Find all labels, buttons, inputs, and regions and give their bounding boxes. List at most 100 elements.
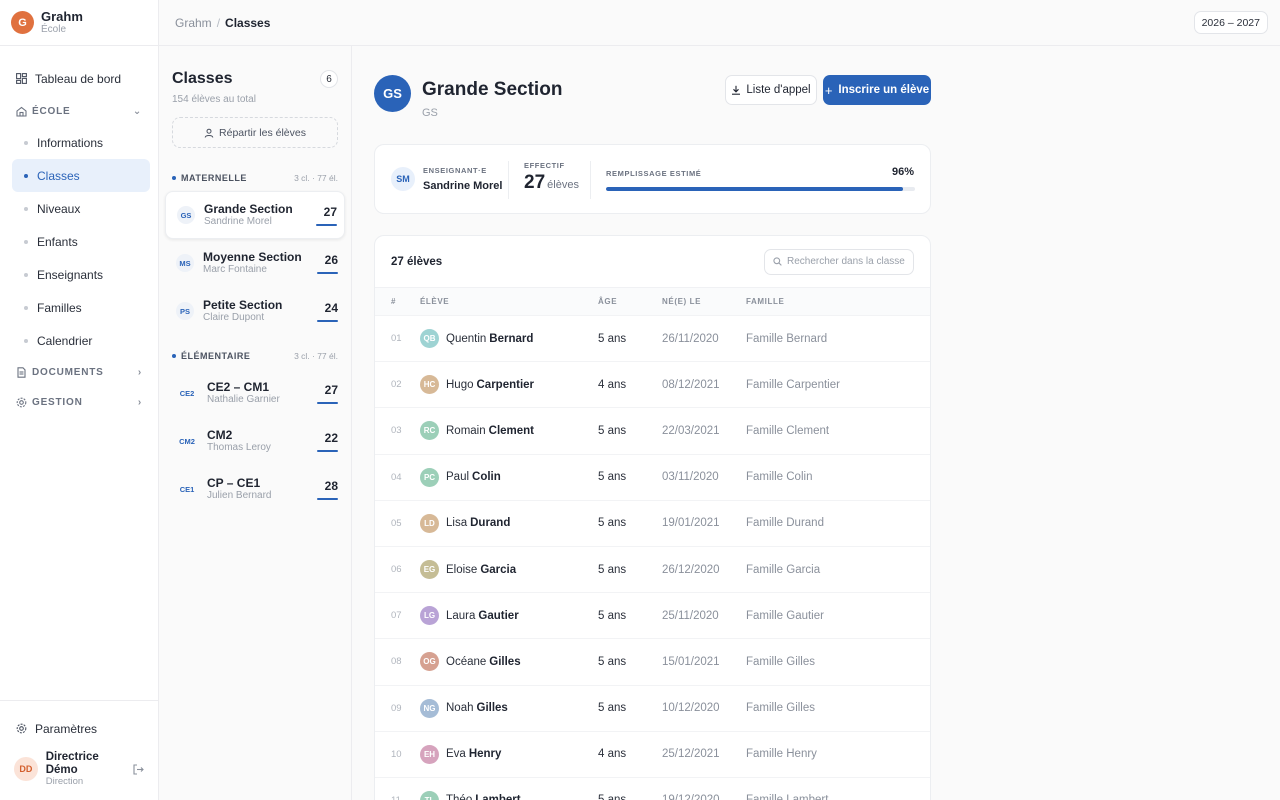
class-item-ms[interactable]: MS Moyenne Section Marc Fontaine 26: [165, 239, 345, 287]
student-cell: OG Océane Gilles: [420, 652, 598, 672]
class-item-cp-ce1[interactable]: CE1 CP – CE1 Julien Bernard 28: [165, 465, 345, 513]
table-row[interactable]: 02 HC Hugo Carpentier 4 ans 08/12/2021 Famille…: [375, 361, 930, 407]
col-born[interactable]: NÉ(E) LE: [662, 297, 746, 306]
student-family: Famille Gilles: [746, 702, 816, 715]
classes-count-badge: 6: [320, 70, 338, 88]
student-birthdate: 26/11/2020: [662, 332, 719, 345]
sidebar: G Grahm École Tableau de bord ÉCOLE ⌄ In…: [0, 0, 159, 800]
repartir-button[interactable]: Répartir les élèves: [172, 117, 338, 148]
brand-logo: G: [11, 11, 34, 34]
class-count-underline: [317, 401, 338, 404]
student-birthdate: 10/12/2020: [662, 702, 720, 715]
repartir-label: Répartir les élèves: [219, 126, 306, 139]
nav-dashboard[interactable]: Tableau de bord: [8, 66, 150, 91]
user-profile[interactable]: DD Directrice Démo Direction: [8, 743, 150, 792]
breadcrumb-root[interactable]: Grahm: [175, 16, 212, 30]
student-birthdate: 22/03/2021: [662, 424, 720, 437]
table-row[interactable]: 05 LD Lisa Durand 5 ans 19/01/2021 Famille Dur…: [375, 499, 930, 546]
students-table: 27 élèves # ÉLÈVE ÂGE NÉ(E) LE FAMILLE 0…: [374, 235, 931, 800]
enroll-student-button[interactable]: + Inscrire un élève: [823, 75, 931, 105]
attendance-list-button[interactable]: Liste d'appel: [725, 75, 817, 105]
nav-item-calendrier[interactable]: Calendrier: [12, 324, 150, 357]
student-birthdate: 25/12/2021: [662, 748, 720, 761]
col-family[interactable]: FAMILLE: [746, 297, 784, 306]
table-body: 01 QB Quentin Bernard 5 ans 26/11/2020 Famille…: [375, 315, 930, 800]
class-name: CP – CE1: [207, 475, 261, 490]
search-input[interactable]: [787, 256, 905, 267]
table-row[interactable]: 08 OG Océane Gilles 5 ans 15/01/2021 Famille G…: [375, 638, 930, 684]
classes-subtitle: 154 élèves au total: [172, 94, 256, 105]
table-row[interactable]: 03 RC Romain Clement 5 ans 22/03/2021 Famille …: [375, 407, 930, 453]
avatar: TL: [420, 790, 439, 800]
nav-item-niveaux[interactable]: Niveaux: [12, 192, 150, 225]
class-count-underline: [316, 223, 337, 226]
avatar: DD: [14, 757, 38, 782]
student-first-name: Hugo: [446, 378, 474, 391]
brand[interactable]: G Grahm École: [0, 0, 158, 46]
bullet-icon: [172, 176, 176, 180]
nav-item-classes[interactable]: Classes: [12, 159, 150, 192]
col-age[interactable]: ÂGE: [598, 297, 662, 306]
table-row[interactable]: 11TL ThéoLambert 5 ans19/12/2020Famille La…: [375, 776, 930, 800]
teacher-name: Sandrine Morel: [423, 180, 503, 192]
settings-link[interactable]: Paramètres: [8, 715, 150, 743]
class-item-gs[interactable]: GS Grande Section Sandrine Morel 27: [165, 191, 345, 239]
group-header-maternelle: MATERNELLE 3 cl. · 77 él.: [172, 173, 338, 183]
user-name: Directrice Démo: [45, 750, 99, 776]
nav-item-enseignants[interactable]: Enseignants: [12, 258, 150, 291]
nav-section-documents[interactable]: DOCUMENTS ›: [8, 357, 150, 387]
school-year-selector[interactable]: 2026 – 2027: [1193, 11, 1268, 34]
avatar: LG: [420, 606, 439, 626]
teacher-label: ENSEIGNANT·E: [423, 166, 487, 175]
student-first-name: Quentin: [446, 332, 487, 345]
topbar: Grahm / Classes 2026 – 2027: [159, 0, 1280, 46]
row-number: 07: [391, 610, 402, 622]
nav-item-informations[interactable]: Informations: [12, 126, 150, 159]
group-name: ÉLÉMENTAIRE: [181, 351, 251, 361]
class-item-ps[interactable]: PS Petite Section Claire Dupont 24: [165, 287, 345, 335]
table-row[interactable]: 04 PC Paul Colin 5 ans 03/11/2020 Famille Coli…: [375, 453, 930, 500]
logout-icon[interactable]: [133, 764, 144, 775]
class-count-underline: [317, 449, 338, 452]
bullet-icon: [24, 206, 28, 211]
chevron-right-icon: ›: [137, 366, 142, 378]
row-number: 02: [391, 379, 402, 391]
plus-icon: +: [824, 82, 833, 98]
user-role: Direction: [45, 776, 84, 788]
student-birthdate: 08/12/2021: [662, 378, 720, 391]
student-first-name: Laura: [446, 609, 476, 622]
bullet-icon: [24, 239, 28, 244]
student-last-name: Lambert: [475, 794, 520, 800]
group-meta: 3 cl. · 77 él.: [294, 173, 338, 183]
table-row[interactable]: 06 EG Eloise Garcia 5 ans 26/12/2020 Famille G…: [375, 545, 930, 592]
nav-section-gestion[interactable]: GESTION ›: [8, 387, 150, 417]
nav-section-ecole[interactable]: ÉCOLE ⌄: [8, 96, 150, 126]
avatar: OG: [420, 652, 439, 672]
class-name: CE2 – CM1: [207, 379, 270, 394]
gear-icon: [16, 397, 27, 408]
student-last-name: Durand: [470, 517, 511, 530]
nav-item-familles[interactable]: Familles: [12, 291, 150, 324]
gear-icon: [16, 723, 27, 734]
table-row[interactable]: 09 NG Noah Gilles 5 ans 10/12/2020 Famille Gil…: [375, 684, 930, 731]
class-item-ce2-cm1[interactable]: CE2 CE2 – CM1 Nathalie Garnier 27: [165, 369, 345, 417]
class-badge: CE2: [179, 388, 195, 398]
student-family: Famille Clement: [746, 424, 830, 437]
student-first-name: Romain: [446, 424, 486, 437]
nav-item-label: Enseignants: [37, 267, 104, 282]
table-row[interactable]: 07 LG Laura Gautier 5 ans 25/11/2020 Famille G…: [375, 592, 930, 638]
row-number: 09: [391, 702, 402, 714]
table-row[interactable]: 01 QB Quentin Bernard 5 ans 26/11/2020 Famille…: [375, 315, 930, 361]
nav-item-enfants[interactable]: Enfants: [12, 225, 150, 258]
row-number: 11: [375, 795, 420, 800]
student-first-name: Océane: [446, 655, 487, 668]
class-code: GS: [422, 107, 438, 119]
search-box[interactable]: [764, 248, 914, 275]
student-last-name: Bernard: [489, 332, 534, 345]
nav-section-gestion-label: GESTION: [32, 396, 83, 408]
class-item-cm2[interactable]: CM2 CM2 Thomas Leroy 22: [165, 417, 345, 465]
col-eleve[interactable]: ÉLÈVE: [420, 297, 598, 306]
table-row[interactable]: 10 EH Eva Henry 4 ans 25/12/2021 Famille Henry: [375, 730, 930, 777]
chevron-down-icon: ⌄: [132, 105, 142, 117]
fill-rate-value: 96%: [891, 166, 914, 178]
